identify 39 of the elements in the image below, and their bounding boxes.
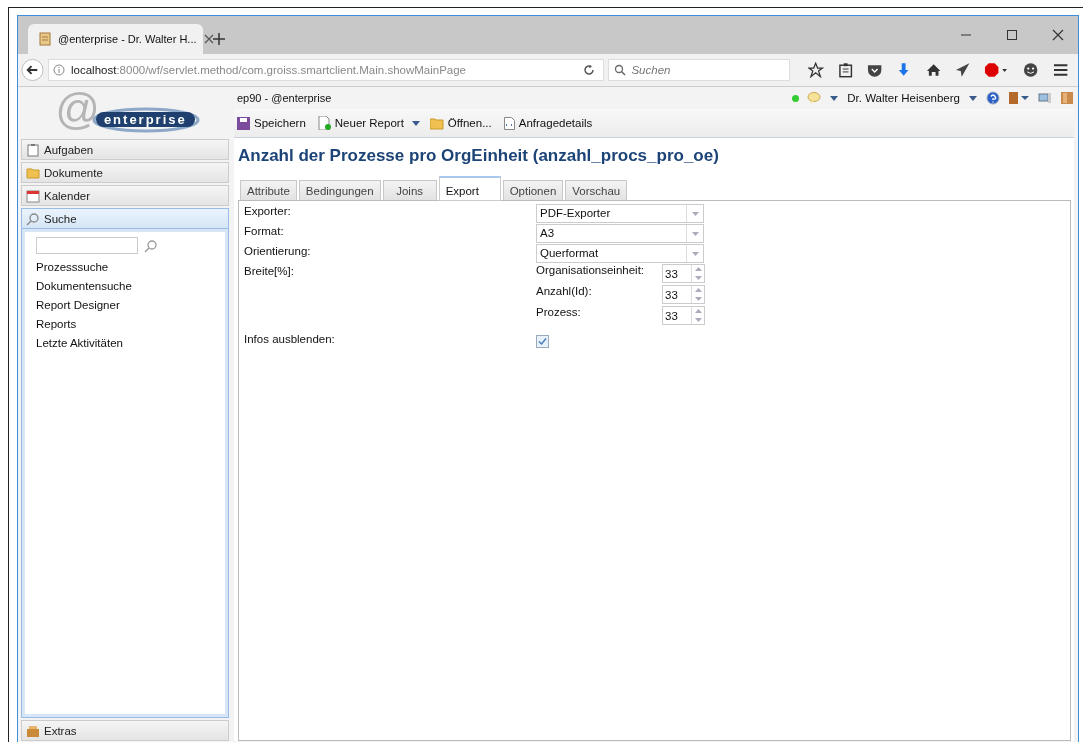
search-link[interactable]: Dokumentensuche bbox=[36, 280, 214, 292]
tab[interactable]: Joins bbox=[382, 180, 437, 200]
field-label: Format: bbox=[244, 224, 285, 239]
select-field[interactable]: Querformat bbox=[536, 244, 704, 263]
select-field[interactable]: A3 bbox=[536, 224, 704, 243]
tab[interactable]: Export bbox=[438, 176, 501, 201]
tab[interactable]: Optionen bbox=[502, 180, 564, 200]
field-label: Infos ausblenden: bbox=[244, 332, 336, 347]
toolbar-button[interactable]: Öffnen... bbox=[426, 116, 495, 130]
sidebar-section[interactable]: Kalender bbox=[21, 185, 229, 206]
search-link[interactable]: Prozesssuche bbox=[36, 261, 214, 273]
report-title: Anzahl der Prozesse pro OrgEinheit (anzahl_procs_pro_oe) bbox=[238, 146, 720, 166]
search-field[interactable]: Suchen bbox=[608, 59, 791, 81]
search-link[interactable]: Report Designer bbox=[36, 299, 214, 311]
search-link[interactable]: Reports bbox=[36, 318, 214, 330]
tab[interactable]: Attribute bbox=[240, 180, 297, 200]
sidebar-section[interactable]: Aufgaben bbox=[21, 139, 229, 160]
tab[interactable]: Vorschau bbox=[565, 180, 628, 200]
tab-title: @enterprise - Dr. Walter H... bbox=[58, 33, 197, 45]
column-label: Prozess: bbox=[536, 306, 582, 318]
field-label: Orientierung: bbox=[244, 244, 312, 259]
field-label: Breite[%]: bbox=[244, 264, 295, 279]
toolbar-button[interactable]: Speichern bbox=[234, 116, 309, 130]
toolbar-button[interactable]: Neuer Report bbox=[314, 116, 407, 130]
sidebar-section[interactable]: Suche bbox=[21, 208, 229, 229]
url-text: localhost:8000/wf/servlet.method/com.groiss.smartclient.Main.showMainPage bbox=[71, 64, 466, 76]
address-field[interactable]: localhost:8000/wf/servlet.method/com.groiss.smartclient.Main.showMainPage bbox=[48, 59, 605, 81]
field-label: Exporter: bbox=[244, 204, 292, 219]
search-link[interactable]: Letzte Aktivitäten bbox=[36, 337, 214, 349]
user-menu[interactable]: Dr. Walter Heisenberg bbox=[847, 92, 960, 104]
sidebar-section[interactable]: Dokumente bbox=[21, 162, 229, 183]
column-label: Anzahl(Id): bbox=[536, 285, 593, 297]
tab[interactable]: Bedingungen bbox=[298, 180, 381, 200]
column-label: Organisationseinheit: bbox=[536, 264, 646, 276]
toolbar-button[interactable]: Anfragedetails bbox=[500, 116, 596, 130]
logo: @enterprise bbox=[21, 87, 229, 137]
sidebar-section[interactable]: Extras bbox=[21, 720, 229, 741]
select-field[interactable]: PDF-Exporter bbox=[536, 204, 704, 223]
app-title: ep90 - @enterprise bbox=[237, 92, 332, 104]
